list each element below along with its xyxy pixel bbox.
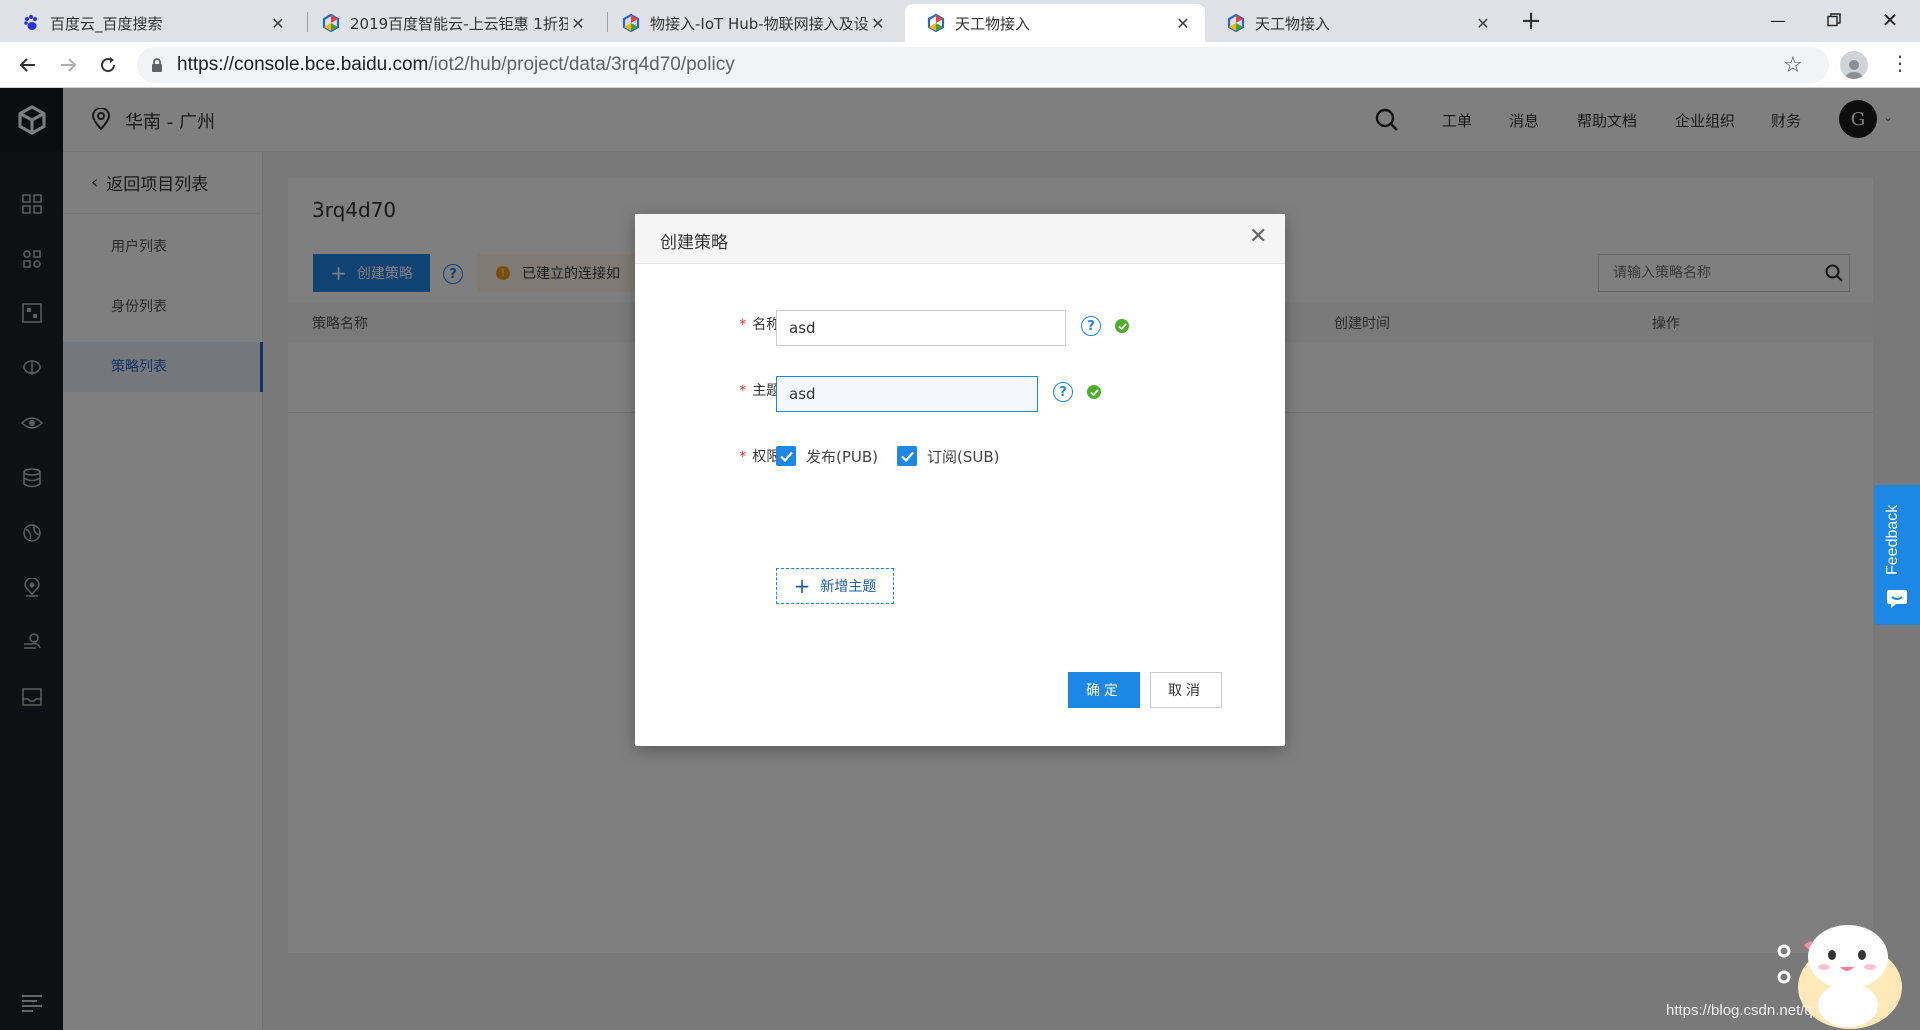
- browser-tab[interactable]: 2019百度智能云-上云钜惠 1折狂 ✕: [300, 4, 600, 42]
- browser-tab-strip: 百度云_百度搜索 ✕ 2019百度智能云-上云钜惠 1折狂 ✕ 物接入-IoT …: [0, 0, 1920, 42]
- help-icon[interactable]: ?: [1053, 382, 1073, 402]
- check-circle-icon: [1115, 319, 1129, 333]
- browser-tab[interactable]: 物接入-IoT Hub-物联网接入及设 ✕: [600, 4, 900, 42]
- new-tab-button[interactable]: +: [1512, 6, 1550, 36]
- reload-button[interactable]: [92, 49, 124, 81]
- create-policy-dialog: 创建策略 ✕ * 名称: asd ? * 主题: asd ? * 权限: 发布(PUB…: [635, 214, 1285, 746]
- restore-icon: [1827, 13, 1841, 27]
- close-icon[interactable]: ✕: [1473, 14, 1493, 33]
- bce-cube-icon: [322, 14, 340, 32]
- permission-label: * 权限:: [675, 446, 785, 466]
- sub-checkbox[interactable]: [897, 446, 917, 466]
- feedback-label: Feedback: [1884, 504, 1901, 575]
- name-label: * 名称:: [675, 314, 785, 334]
- add-topic-button[interactable]: + 新增主题: [776, 568, 894, 604]
- reload-icon: [101, 57, 116, 73]
- bookmark-star-icon[interactable]: ☆: [1783, 53, 1803, 78]
- dialog-header: 创建策略 ✕: [635, 214, 1285, 264]
- pub-label[interactable]: 发布(PUB): [806, 446, 878, 467]
- url-path: /iot2/hub/project/data/3rq4d70/policy: [428, 54, 735, 75]
- check-circle-icon: [1087, 385, 1101, 399]
- topic-label: * 主题:: [675, 380, 785, 400]
- checkmark-icon: [900, 451, 914, 462]
- required-asterisk: *: [739, 383, 747, 399]
- url-host: https://console.bce.baidu.com: [177, 54, 429, 75]
- required-asterisk: *: [739, 317, 747, 333]
- cancel-button[interactable]: 取消: [1150, 672, 1222, 708]
- feedback-tab[interactable]: Feedback: [1874, 485, 1920, 625]
- arrow-left-icon: [19, 58, 35, 72]
- help-icon[interactable]: ?: [1081, 316, 1101, 336]
- back-button[interactable]: [12, 49, 44, 81]
- url-bar[interactable]: https://console.bce.baidu.com/iot2/hub/p…: [137, 47, 1829, 83]
- add-topic-label: 新增主题: [820, 579, 877, 595]
- name-input[interactable]: asd: [776, 310, 1066, 346]
- confirm-button[interactable]: 确定: [1068, 672, 1140, 708]
- tab-title: 2019百度智能云-上云钜惠 1折狂: [350, 14, 568, 33]
- close-window-button[interactable]: ✕: [1862, 0, 1918, 40]
- arrow-right-icon: [61, 58, 77, 72]
- bce-cube-icon: [622, 14, 640, 32]
- chat-icon: [1887, 590, 1907, 608]
- restore-button[interactable]: [1806, 0, 1862, 40]
- browser-menu-icon[interactable]: ⋮: [1890, 53, 1910, 73]
- url-text: https://console.bce.baidu.com/iot2/hub/p…: [177, 54, 735, 76]
- required-asterisk: *: [739, 449, 747, 465]
- close-icon[interactable]: ✕: [1249, 226, 1267, 248]
- forward-button[interactable]: [52, 49, 84, 81]
- browser-tab-active[interactable]: 天工物接入 ✕: [905, 4, 1205, 42]
- bce-cube-icon: [927, 14, 945, 32]
- checkmark-icon: [779, 451, 793, 462]
- bce-cube-icon: [1227, 14, 1245, 32]
- lock-icon: [152, 58, 162, 72]
- sub-label[interactable]: 订阅(SUB): [927, 446, 1000, 467]
- browser-tab[interactable]: 天工物接入 ✕: [1205, 4, 1505, 42]
- minimize-button[interactable]: —: [1750, 0, 1806, 40]
- topic-input[interactable]: asd: [776, 376, 1038, 412]
- tab-title: 百度云_百度搜索: [50, 14, 163, 33]
- profile-avatar[interactable]: [1840, 51, 1868, 79]
- pub-checkbox[interactable]: [776, 446, 796, 466]
- dialog-title: 创建策略: [660, 233, 728, 253]
- tab-title: 天工物接入: [1255, 14, 1331, 33]
- close-icon[interactable]: ✕: [268, 14, 288, 33]
- plus-icon: +: [793, 574, 811, 598]
- browser-toolbar: https://console.bce.baidu.com/iot2/hub/p…: [0, 42, 1920, 88]
- browser-tab[interactable]: 百度云_百度搜索 ✕: [0, 4, 300, 42]
- close-icon[interactable]: ✕: [568, 14, 588, 33]
- watermark-text: https://blog.csdn.net/q: [1666, 1002, 1813, 1019]
- tab-title: 物接入-IoT Hub-物联网接入及设: [650, 14, 868, 33]
- close-icon[interactable]: ✕: [868, 14, 888, 33]
- baidu-paw-icon: [24, 15, 37, 30]
- person-icon: [1845, 60, 1863, 79]
- tab-title: 天工物接入: [955, 14, 1031, 33]
- close-icon[interactable]: ✕: [1173, 14, 1193, 33]
